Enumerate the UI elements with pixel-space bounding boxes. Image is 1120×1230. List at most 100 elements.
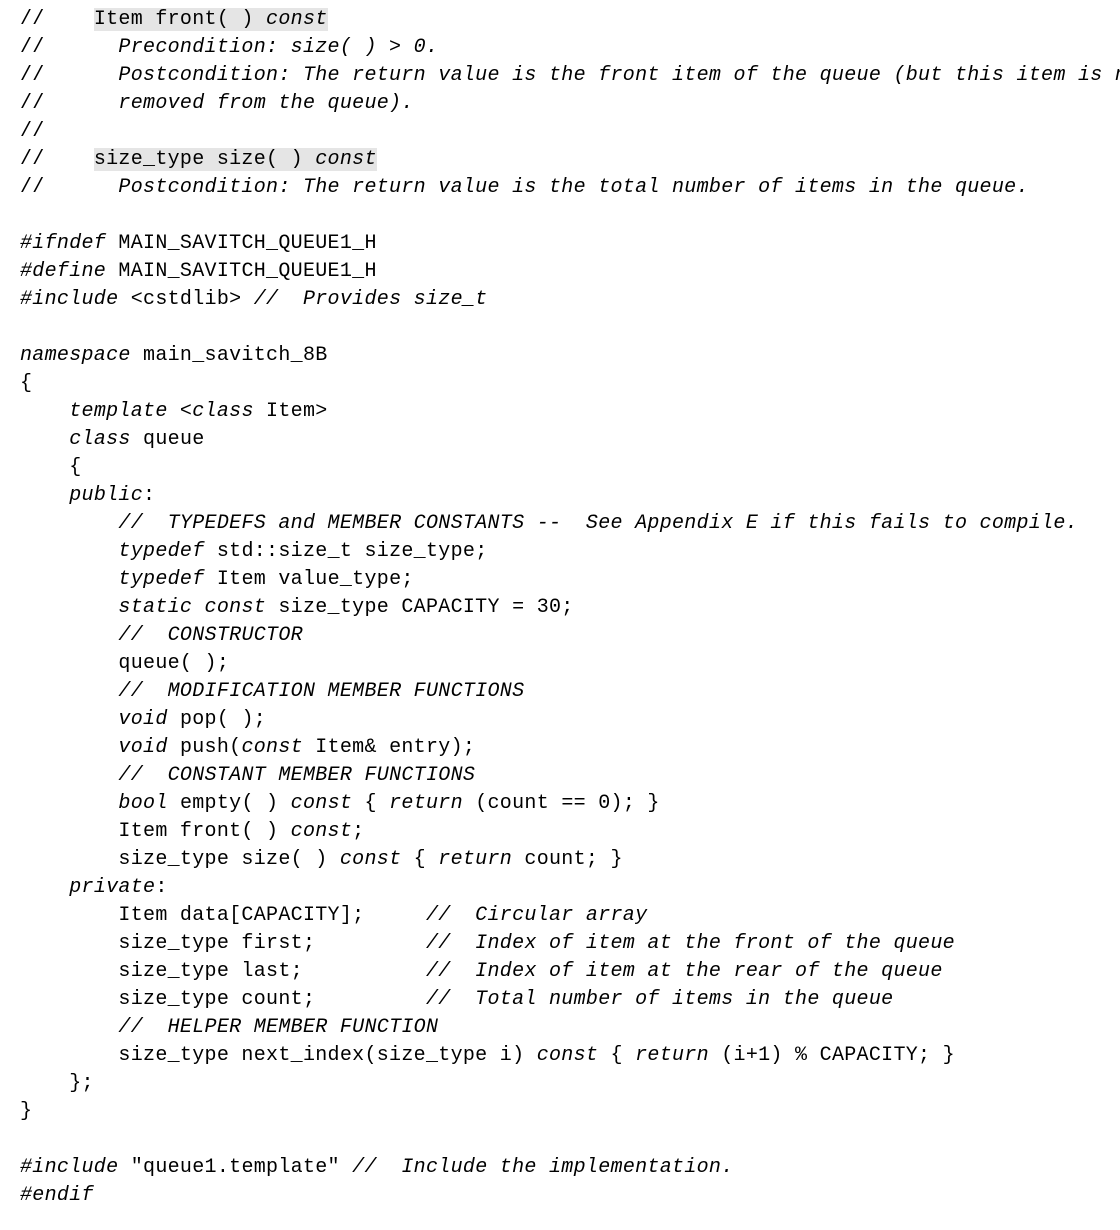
- code-segment: // CONSTANT MEMBER FUNCTIONS: [118, 764, 475, 787]
- code-line: // CONSTRUCTOR: [20, 622, 1100, 650]
- code-segment: bool: [118, 792, 167, 815]
- code-segment: removed from the queue).: [57, 92, 414, 115]
- code-segment: queue( );: [20, 652, 229, 675]
- code-segment: template <class: [69, 400, 254, 423]
- code-line: size_type last; // Index of item at the …: [20, 958, 1100, 986]
- code-line: // CONSTANT MEMBER FUNCTIONS: [20, 762, 1100, 790]
- code-line: // Postcondition: The return value is th…: [20, 174, 1100, 202]
- code-line: template <class Item>: [20, 398, 1100, 426]
- code-segment: //: [20, 148, 57, 171]
- code-segment: Postcondition: The return value is the t…: [57, 176, 1029, 199]
- code-segment: //: [20, 8, 57, 31]
- code-segment: [20, 876, 69, 899]
- code-segment: ;: [352, 820, 364, 843]
- code-line: {: [20, 370, 1100, 398]
- code-line: #include <cstdlib> // Provides size_t: [20, 286, 1100, 314]
- code-line: #define MAIN_SAVITCH_QUEUE1_H: [20, 258, 1100, 286]
- code-line: [20, 1126, 1100, 1154]
- code-segment: MAIN_SAVITCH_QUEUE1_H: [106, 232, 377, 255]
- code-line: [20, 202, 1100, 230]
- code-segment: #endif: [20, 1184, 94, 1207]
- code-segment: #ifndef: [20, 232, 106, 255]
- code-segment: [20, 540, 118, 563]
- code-line: }: [20, 1098, 1100, 1126]
- code-segment: static const: [118, 596, 266, 619]
- code-segment: //: [20, 36, 57, 59]
- code-line: Item data[CAPACITY]; // Circular array: [20, 902, 1100, 930]
- code-segment: [20, 512, 118, 535]
- code-segment: {: [352, 792, 389, 815]
- code-segment: //: [20, 120, 45, 143]
- code-line: class queue: [20, 426, 1100, 454]
- code-segment: {: [20, 456, 82, 479]
- code-line: size_type first; // Index of item at the…: [20, 930, 1100, 958]
- code-segment: private: [69, 876, 155, 899]
- code-segment: #define: [20, 260, 106, 283]
- code-segment: typedef: [118, 568, 204, 591]
- code-segment: // CONSTRUCTOR: [118, 624, 303, 647]
- code-segment: size_type CAPACITY = 30;: [266, 596, 574, 619]
- code-segment: Item front( ): [20, 820, 291, 843]
- code-line: void pop( );: [20, 706, 1100, 734]
- code-segment: const: [315, 148, 377, 171]
- code-segment: // Index of item at the rear of the queu…: [426, 960, 943, 983]
- code-segment: const: [537, 1044, 599, 1067]
- code-line: // size_type size( ) const: [20, 146, 1100, 174]
- code-segment: }: [20, 1100, 32, 1123]
- code-line: namespace main_savitch_8B: [20, 342, 1100, 370]
- code-segment: Postcondition: The return value is the f…: [57, 64, 1120, 87]
- code-segment: // TYPEDEFS and MEMBER CONSTANTS -- See …: [118, 512, 1078, 535]
- code-segment: size_type first;: [20, 932, 426, 955]
- code-segment: size_type size( ): [20, 848, 340, 871]
- code-line: size_type size( ) const { return count; …: [20, 846, 1100, 874]
- code-line: };: [20, 1070, 1100, 1098]
- code-line: bool empty( ) const { return (count == 0…: [20, 790, 1100, 818]
- code-line: // Item front( ) const: [20, 6, 1100, 34]
- code-segment: main_savitch_8B: [131, 344, 328, 367]
- code-line: static const size_type CAPACITY = 30;: [20, 594, 1100, 622]
- code-line: // HELPER MEMBER FUNCTION: [20, 1014, 1100, 1042]
- code-segment: :: [143, 484, 155, 507]
- code-segment: // Provides size_t: [254, 288, 488, 311]
- code-segment: void: [118, 736, 167, 759]
- code-line: private:: [20, 874, 1100, 902]
- code-segment: public: [69, 484, 143, 507]
- code-segment: Item>: [254, 400, 328, 423]
- code-segment: class: [69, 428, 131, 451]
- code-segment: namespace: [20, 344, 131, 367]
- code-segment: size_type next_index(size_type i): [20, 1044, 537, 1067]
- code-line: queue( );: [20, 650, 1100, 678]
- code-segment: [20, 708, 118, 731]
- code-line: // MODIFICATION MEMBER FUNCTIONS: [20, 678, 1100, 706]
- code-listing: // Item front( ) const// Precondition: s…: [0, 0, 1120, 1230]
- code-segment: {: [20, 372, 32, 395]
- code-segment: // HELPER MEMBER FUNCTION: [118, 1016, 438, 1039]
- code-line: size_type count; // Total number of item…: [20, 986, 1100, 1014]
- code-line: #include "queue1.template" // Include th…: [20, 1154, 1100, 1182]
- code-segment: [20, 1016, 118, 1039]
- code-line: #endif: [20, 1182, 1100, 1210]
- code-line: // Postcondition: The return value is th…: [20, 62, 1100, 90]
- code-segment: const: [291, 792, 353, 815]
- code-line: //: [20, 118, 1100, 146]
- code-segment: return: [438, 848, 512, 871]
- code-segment: };: [20, 1072, 94, 1095]
- code-segment: [20, 596, 118, 619]
- code-segment: // Index of item at the front of the que…: [426, 932, 955, 955]
- code-segment: pop( );: [168, 708, 266, 731]
- code-segment: return: [389, 792, 463, 815]
- code-segment: Item& entry);: [303, 736, 475, 759]
- code-segment: [20, 764, 118, 787]
- code-line: [20, 314, 1100, 342]
- code-line: // Precondition: size( ) > 0.: [20, 34, 1100, 62]
- code-segment: :: [155, 876, 167, 899]
- code-line: Item front( ) const;: [20, 818, 1100, 846]
- code-segment: //: [20, 92, 57, 115]
- code-segment: {: [598, 1044, 635, 1067]
- code-segment: [20, 680, 118, 703]
- code-segment: [20, 568, 118, 591]
- code-segment: const: [291, 820, 353, 843]
- code-segment: Item front( ): [94, 8, 266, 31]
- code-segment: (i+1) % CAPACITY; }: [709, 1044, 955, 1067]
- code-segment: [20, 792, 118, 815]
